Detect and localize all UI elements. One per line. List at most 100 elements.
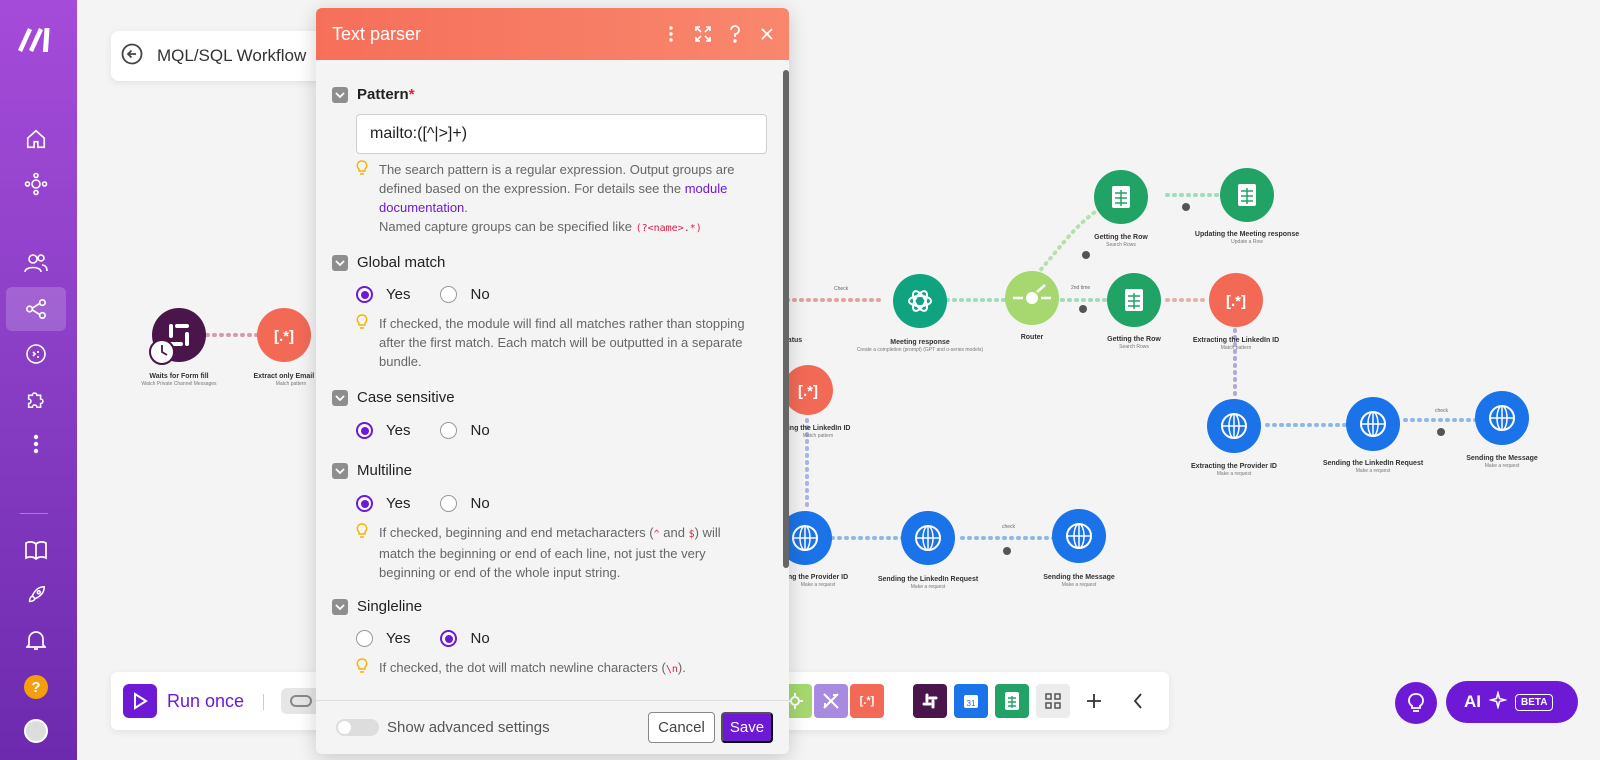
sheets-get-row-node-1[interactable] [1094,170,1148,224]
cancel-button[interactable]: Cancel [648,712,715,743]
help-question-icon[interactable] [719,18,751,50]
close-icon[interactable] [751,18,783,50]
avatar[interactable] [18,713,54,749]
dialog-title: Text parser [332,23,422,44]
dialog-header: Text parser [316,8,789,60]
help-icon[interactable]: ? [18,669,54,705]
dialog-scrollbar[interactable] [783,70,789,568]
add-plus-icon[interactable] [1077,684,1111,718]
left-rail: ? [0,0,77,760]
pattern-field-header: Pattern* [332,86,415,103]
sheets-update-node[interactable] [1220,168,1274,222]
case-sensitive-radios: Yes No [356,422,490,439]
http-node-2[interactable] [1346,397,1400,451]
slack-tool-icon[interactable] [913,684,947,718]
openai-node[interactable] [893,274,947,328]
toolbar-divider [263,694,264,710]
text-parser-node-2[interactable]: [.*] [1209,273,1263,327]
http-node-6[interactable] [1052,509,1106,563]
text-parser-tool-icon[interactable]: [.*] [850,684,884,718]
svg-text:[.*]: [.*] [274,328,294,345]
sheets-get-row-node-2[interactable] [1107,273,1161,327]
singleline-no-radio[interactable]: No [440,630,490,647]
scenario-header: MQL/SQL Workflow [111,31,326,81]
advanced-settings-label: Show advanced settings [387,719,550,736]
calendar-tool-icon[interactable]: 31 [954,684,988,718]
node-label: Getting the Row Search Rows [1107,336,1161,350]
text-parser-node-3[interactable]: [.*] [783,365,833,415]
node-label: Router [1020,334,1044,341]
singleline-radios: Yes No [356,630,490,647]
dialog-footer: Show advanced settings Cancel Save [316,700,789,754]
sheets-tool-icon[interactable] [995,684,1029,718]
tools-icon[interactable] [814,684,848,718]
pattern-label: Pattern* [357,86,415,103]
home-icon[interactable] [18,121,54,157]
scenarios-icon[interactable] [6,287,66,331]
svg-text:2nd time: 2nd time [1071,285,1090,291]
collapse-checkbox-icon[interactable] [332,462,348,479]
global-match-label: Global match [357,254,446,271]
global-match-hint: If checked, the module will find all mat… [356,314,756,371]
global-match-yes-radio[interactable]: Yes [356,286,410,303]
multiline-no-radio[interactable]: No [440,495,490,512]
hint-bulb-button[interactable] [1395,682,1437,724]
node-label: Updating the Meeting response Update a Ro… [1194,231,1300,245]
notifications-bell-icon[interactable] [18,622,54,658]
documentation-book-icon[interactable] [18,532,54,568]
chevron-left-icon[interactable] [1121,684,1155,718]
slack-node[interactable] [149,308,206,365]
http-node-5[interactable] [901,511,955,565]
sparkle-icon [1487,689,1509,714]
singleline-label: Singleline [357,598,423,615]
multiline-label: Multiline [357,462,413,479]
svg-text:check: check [1002,524,1016,530]
apps-puzzle-icon[interactable] [18,381,54,417]
node-label: Waits for Form fill Watch Private Channel… [141,373,217,387]
global-match-no-radio[interactable]: No [440,286,490,303]
scenario-title[interactable]: MQL/SQL Workflow [157,46,306,66]
ai-label: AI [1464,692,1481,711]
global-match-header: Global match [332,254,445,271]
expand-icon[interactable] [687,18,719,50]
collapse-checkbox-icon[interactable] [332,254,348,271]
text-parser-node-1[interactable]: [.*] [257,308,311,362]
team-icon[interactable] [18,245,54,281]
multiline-radios: Yes No [356,495,490,512]
singleline-hint: If checked, the dot will match newline c… [356,658,756,679]
rocket-icon[interactable] [18,577,54,613]
run-once-button[interactable]: Run once [123,684,244,718]
scenario-canvas[interactable]: [.*] [.*] [.*] Check 2nd time check chec… [77,0,1600,760]
svg-text:[.*]: [.*] [1226,293,1246,310]
collapse-checkbox-icon[interactable] [332,86,348,103]
multiline-hint: If checked, beginning and end metacharac… [356,523,756,582]
node-label: Extracting the LinkedIn ID Match pattern [1192,337,1280,351]
http-node-3[interactable] [1475,391,1529,445]
ai-assistant-button[interactable]: AI BETA [1446,681,1578,723]
back-arrow-icon[interactable] [121,43,143,70]
scheduling-toggle[interactable] [281,688,321,714]
node-label: Sending the LinkedIn Request Make a reque… [877,576,979,590]
ai-agents-icon[interactable] [18,336,54,372]
collapse-checkbox-icon[interactable] [332,598,348,615]
case-sensitive-yes-radio[interactable]: Yes [356,422,410,439]
router-node[interactable] [1005,271,1059,325]
more-vertical-icon[interactable] [18,426,54,462]
organization-icon[interactable] [18,166,54,202]
save-button[interactable]: Save [721,712,773,743]
grid-apps-icon[interactable] [1036,684,1070,718]
run-once-label: Run once [167,690,245,711]
node-label: Sending the Message Make a request [1466,455,1538,469]
http-node-1[interactable] [1207,399,1261,453]
singleline-yes-radio[interactable]: Yes [356,630,410,647]
collapse-checkbox-icon[interactable] [332,389,348,406]
multiline-yes-radio[interactable]: Yes [356,495,410,512]
make-logo-icon[interactable] [16,22,56,54]
more-options-icon[interactable] [655,18,687,50]
case-sensitive-no-radio[interactable]: No [440,422,490,439]
pattern-input[interactable]: mailto:([^|>]+) [356,114,767,154]
node-label: Extracting the Provider ID Make a request [1191,463,1277,477]
advanced-settings-toggle[interactable] [336,719,379,736]
multiline-header: Multiline [332,462,412,479]
node-label: atus [787,337,803,344]
